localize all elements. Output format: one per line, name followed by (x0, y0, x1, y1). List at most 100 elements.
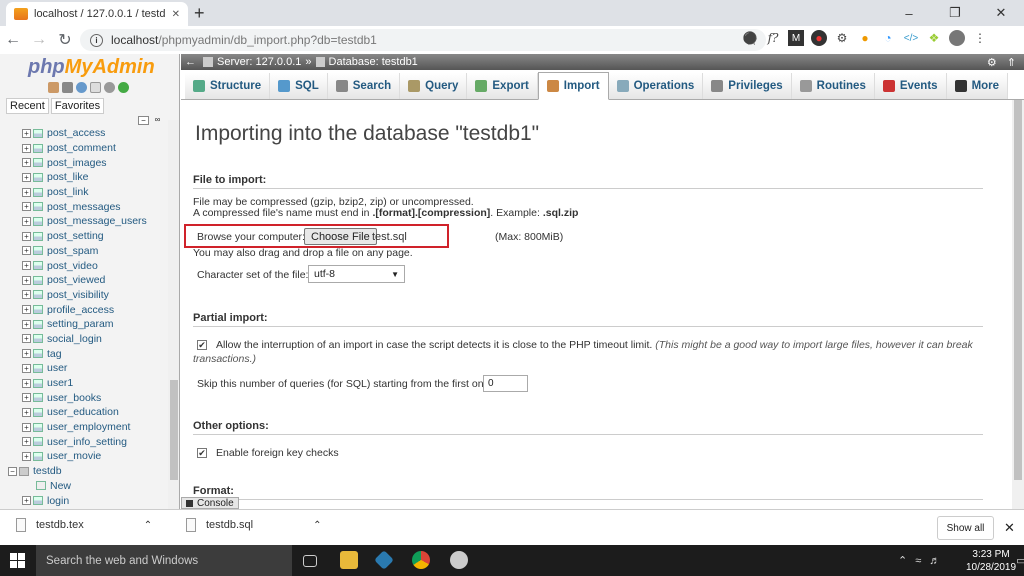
tree-table-item[interactable]: + post_video (0, 258, 168, 273)
chevron-up-icon[interactable]: ⌃ (313, 520, 321, 531)
expand-icon[interactable]: + (22, 261, 31, 271)
tree-new-table[interactable]: New (0, 479, 168, 494)
expand-icon[interactable]: + (22, 172, 31, 182)
expand-icon[interactable]: + (22, 422, 31, 432)
expand-icon[interactable]: + (22, 451, 31, 461)
forward-icon[interactable]: → (26, 31, 52, 49)
tree-table-item[interactable]: + post_link (0, 185, 168, 200)
collapse-top-icon[interactable]: ⇑ (1007, 56, 1016, 69)
close-window-icon[interactable]: ✕ (978, 0, 1024, 26)
tree-table-item[interactable]: + post_access (0, 126, 168, 141)
tab-operations[interactable]: Operations (608, 73, 704, 99)
navigation-scrollbar[interactable] (168, 120, 179, 509)
expand-icon[interactable]: + (22, 187, 31, 197)
phpmyadmin-logo[interactable]: phpMyAdmin (28, 56, 155, 79)
expand-icon[interactable]: + (22, 378, 31, 388)
reload-nav-icon[interactable] (118, 82, 129, 93)
skip-queries-input[interactable]: 0 (483, 375, 528, 392)
expand-icon[interactable]: + (22, 128, 31, 138)
allow-interrupt-checkbox[interactable]: ✔ (197, 340, 207, 350)
profile-avatar[interactable] (949, 30, 965, 46)
download-item-2[interactable]: testdb.sql ⌃ (186, 518, 321, 532)
notification-icon[interactable]: ▭ (1016, 554, 1024, 567)
expand-icon[interactable]: + (22, 496, 31, 506)
collapse-all-icon[interactable]: − (138, 116, 149, 125)
settings-gear-icon[interactable]: ⚙ (987, 56, 997, 69)
tree-table-item[interactable]: + user_employment (0, 420, 168, 435)
color-extension-icon[interactable]: ● (857, 30, 873, 46)
expand-icon[interactable]: + (22, 319, 31, 329)
main-scrollbar[interactable] (1012, 100, 1024, 509)
tree-table-item[interactable]: + user_info_setting (0, 434, 168, 449)
browser-tab[interactable]: localhost / 127.0.0.1 / testdb1 | p ✕ (6, 2, 188, 26)
tab-export[interactable]: Export (467, 73, 538, 99)
app-icon[interactable] (450, 551, 468, 569)
badge-extension-icon[interactable]: ⚙ (834, 30, 850, 46)
colorful-extension-icon[interactable]: ❖ (926, 30, 942, 46)
expand-icon[interactable]: + (22, 158, 31, 168)
expand-icon[interactable]: + (22, 334, 31, 344)
tree-table-item[interactable]: + user1 (0, 376, 168, 391)
git-icon[interactable] (374, 550, 394, 570)
show-all-button[interactable]: Show all (937, 516, 994, 540)
code-extension-icon[interactable]: </> (903, 30, 919, 46)
expand-icon[interactable]: + (22, 363, 31, 373)
recent-tab[interactable]: Recent (6, 98, 49, 114)
chevron-up-icon[interactable]: ⌃ (144, 520, 152, 531)
tree-table-item[interactable]: + post_viewed (0, 273, 168, 288)
navigation-scroll-thumb[interactable] (170, 380, 178, 480)
docs-icon[interactable] (90, 82, 101, 93)
back-icon[interactable]: ← (0, 31, 26, 49)
tree-table-item[interactable]: + post_visibility (0, 288, 168, 303)
restore-icon[interactable]: ❐ (932, 0, 978, 26)
minimize-icon[interactable]: – (886, 0, 932, 26)
expand-icon[interactable]: + (22, 407, 31, 417)
tree-table-item[interactable]: + post_comment (0, 141, 168, 156)
tree-table-item[interactable]: + post_message_users (0, 214, 168, 229)
tree-database-testdb[interactable]: − testdb (0, 464, 168, 479)
chrome-icon[interactable] (412, 551, 430, 569)
windows-start-icon[interactable] (10, 553, 25, 568)
tab-more[interactable]: More (946, 73, 1009, 99)
tree-table-item[interactable]: + user (0, 361, 168, 376)
function-extension-icon[interactable]: f? (765, 30, 781, 46)
expand-icon[interactable]: + (22, 231, 31, 241)
taskbar-clock[interactable]: 3:23 PM 10/28/2019 (966, 548, 1016, 574)
new-tab-button[interactable]: + (194, 3, 205, 24)
breadcrumb-server[interactable]: Server: 127.0.0.1 (217, 56, 301, 68)
tree-table-item[interactable]: + user_books (0, 390, 168, 405)
address-bar[interactable]: i localhost/phpmyadmin/db_import.php?db=… (80, 29, 766, 51)
network-icon[interactable]: ≈ (915, 555, 921, 567)
chevron-up-tray-icon[interactable]: ⌃ (898, 554, 907, 567)
tree-table-item[interactable]: + post_spam (0, 244, 168, 259)
expand-icon[interactable]: + (22, 246, 31, 256)
tree-table-item[interactable]: + post_messages (0, 199, 168, 214)
expand-icon[interactable]: + (22, 143, 31, 153)
tab-query[interactable]: Query (400, 73, 468, 99)
download-item-1[interactable]: testdb.tex ⌃ (16, 518, 152, 532)
close-downloads-icon[interactable]: ✕ (1004, 520, 1015, 536)
tab-sql[interactable]: SQL (270, 73, 328, 99)
home-icon[interactable] (48, 82, 59, 93)
close-icon[interactable]: ✕ (172, 9, 180, 20)
tree-table-item[interactable]: + post_like (0, 170, 168, 185)
foreign-keys-checkbox[interactable]: ✔ (197, 448, 207, 458)
m-extension-icon[interactable]: M (788, 30, 804, 46)
menu-icon[interactable]: ⋮ (972, 30, 988, 46)
console-toggle[interactable]: Console (181, 497, 239, 509)
tree-table-item[interactable]: + social_login (0, 332, 168, 347)
tab-structure[interactable]: Structure (185, 73, 271, 99)
file-explorer-icon[interactable] (340, 551, 358, 569)
choose-file-button[interactable]: Choose File (304, 228, 377, 245)
volume-icon[interactable]: ♬ (929, 555, 940, 567)
main-scroll-thumb[interactable] (1014, 100, 1022, 480)
reload-icon[interactable]: ↻ (52, 30, 78, 50)
tree-table-login[interactable]: + login (0, 493, 168, 508)
tab-privileges[interactable]: Privileges (703, 73, 792, 99)
favorites-tab[interactable]: Favorites (50, 98, 105, 114)
taskbar-search[interactable]: Search the web and Windows (36, 545, 292, 576)
tree-table-item[interactable]: + post_images (0, 155, 168, 170)
tab-events[interactable]: Events (874, 73, 947, 99)
tree-table-item[interactable]: + tag (0, 346, 168, 361)
link-icon[interactable]: ∞ (152, 116, 163, 125)
